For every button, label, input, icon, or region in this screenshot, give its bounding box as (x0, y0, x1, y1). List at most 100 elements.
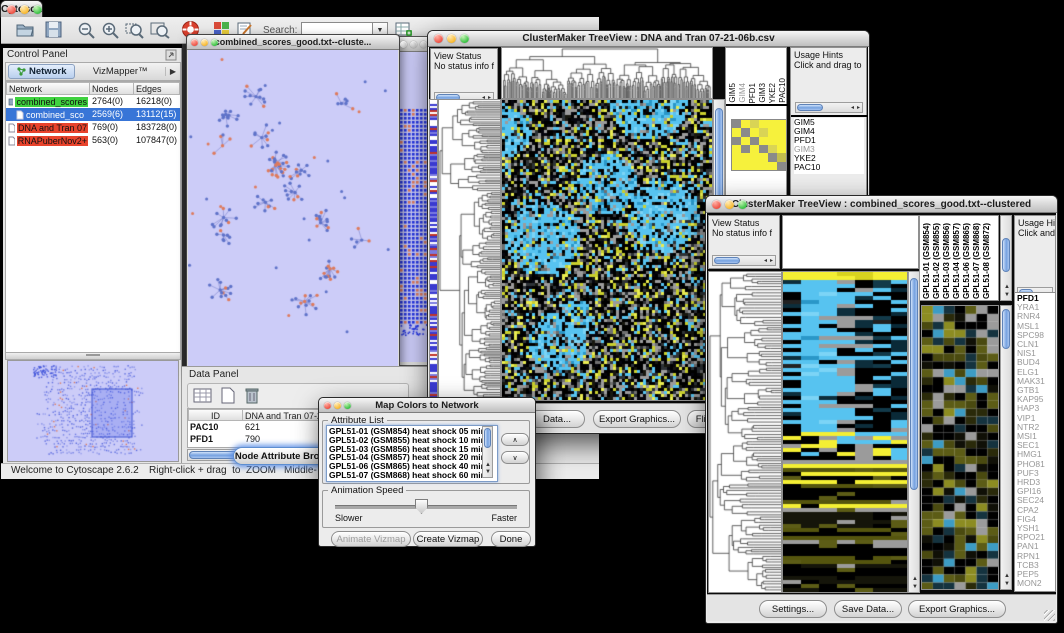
gene-label[interactable]: TCB3 (1017, 561, 1055, 570)
gene-label[interactable]: CLN1 (1017, 340, 1055, 349)
zoom-window-icon[interactable] (211, 39, 218, 46)
tv2-column-dendrogram[interactable] (782, 215, 919, 269)
column-label[interactable]: GPL51-08 (GSM872) (982, 223, 992, 299)
gene-label[interactable]: RPN1 (1017, 552, 1055, 561)
minimize-icon[interactable] (334, 402, 341, 409)
float-panel-icon[interactable] (165, 49, 177, 61)
zoom-window-icon[interactable] (738, 200, 747, 209)
save-data-button[interactable]: Save Data... (834, 600, 902, 618)
col-header-id[interactable]: ID (188, 409, 243, 421)
move-up-button[interactable]: ∧ (501, 433, 529, 446)
attribute-item[interactable]: GPL51-07 (GSM868) heat shock 60 min (329, 471, 497, 480)
col-header-nodes[interactable]: Nodes (90, 82, 134, 95)
save-data-button[interactable]: Data... (529, 410, 585, 428)
save-icon[interactable] (45, 21, 63, 38)
network-canvas-wrap[interactable] (188, 50, 398, 370)
delete-attribute-icon[interactable] (244, 386, 260, 405)
column-label[interactable]: YKE2 (768, 83, 778, 103)
create-vizmap-button[interactable]: Create Vizmap (413, 531, 483, 547)
animate-vizmap-button[interactable]: Animate Vizmap (331, 531, 411, 547)
close-icon[interactable] (191, 39, 198, 46)
settings-button[interactable]: Settings... (759, 600, 827, 618)
zoom-window-icon[interactable] (33, 5, 42, 14)
tv1-heatmap[interactable] (501, 99, 713, 401)
gene-label[interactable]: SEC24 (1017, 496, 1055, 505)
col-header-network[interactable]: Network (6, 82, 90, 95)
gene-label[interactable]: RNR4 (1017, 312, 1055, 321)
resize-grip[interactable] (1044, 610, 1055, 621)
gene-label[interactable]: HRD3 (1017, 478, 1055, 487)
gene-label[interactable]: NIS1 (1017, 349, 1055, 358)
attribute-item[interactable]: GPL51-01 (GSM854) heat shock 05 min (329, 427, 497, 436)
gene-label[interactable]: GIM5 (794, 118, 864, 127)
col-header-edges[interactable]: Edges (134, 82, 180, 95)
column-label[interactable]: PAC10 (778, 78, 786, 103)
column-label[interactable]: GPL51-06 (GSM865) (962, 223, 972, 299)
column-label[interactable]: GIM4 (738, 83, 748, 103)
gene-label[interactable]: HAP3 (1017, 404, 1055, 413)
gene-label[interactable]: NTR2 (1017, 423, 1055, 432)
gene-label[interactable]: GIM4 (794, 127, 864, 136)
gene-label[interactable]: PHO81 (1017, 460, 1055, 469)
close-icon[interactable] (400, 41, 407, 48)
network-overview[interactable] (7, 360, 179, 462)
attribute-listbox[interactable]: GPL51-01 (GSM854) heat shock 05 minGPL51… (326, 425, 498, 482)
close-icon[interactable] (324, 402, 331, 409)
column-label[interactable]: GPL51-03 (GSM856) (942, 223, 952, 299)
tab-network[interactable]: Network (8, 64, 75, 79)
zoom-in-icon[interactable] (101, 21, 120, 39)
gene-label[interactable]: PFD1 (794, 136, 864, 145)
tv1-row-dendrogram[interactable] (438, 99, 501, 401)
tv1-summary-heatmap[interactable] (731, 119, 787, 171)
gene-label[interactable]: PEP5 (1017, 570, 1055, 579)
attribute-item[interactable]: GPL51-02 (GSM855) heat shock 10 min (329, 436, 497, 445)
gene-label[interactable]: MAK31 (1017, 377, 1055, 386)
gene-label[interactable]: MSL1 (1017, 322, 1055, 331)
new-attribute-icon[interactable] (220, 387, 236, 404)
gene-label[interactable]: ELG1 (1017, 368, 1055, 377)
zoom-window-icon[interactable] (344, 402, 351, 409)
attribute-item[interactable]: GPL51-04 (GSM857) heat shock 20 min (329, 453, 497, 462)
network-canvas[interactable] (188, 50, 398, 370)
minimize-icon[interactable] (447, 34, 456, 43)
export-graphics-button[interactable]: Export Graphics... (593, 410, 681, 428)
zoom-out-icon[interactable] (77, 21, 96, 39)
main-titlebar[interactable]: Cytoscape Desktop (Session Name: collins… (1, 1, 42, 18)
gene-label[interactable]: VIP1 (1017, 414, 1055, 423)
network-overview-canvas[interactable] (8, 361, 176, 459)
minimize-icon[interactable] (20, 5, 29, 14)
tv2-collabel-vscrollbar[interactable]: ▲▼ (1000, 215, 1012, 301)
zoom-fit-icon[interactable] (150, 21, 170, 39)
network-row-combined-sco-selected[interactable]: combined_sco 2569(6) 13112(15) (6, 108, 180, 121)
speed-slider-thumb[interactable] (415, 499, 428, 514)
gene-label[interactable]: PAN1 (1017, 542, 1055, 551)
tv1-usage-hscrollbar[interactable]: ◂▸ (795, 102, 863, 113)
gene-label[interactable]: PFD1 (1017, 294, 1055, 303)
gene-label[interactable]: BUD4 (1017, 358, 1055, 367)
done-button[interactable]: Done (491, 531, 531, 547)
attribute-table-icon[interactable] (193, 387, 213, 404)
tv1-column-dendrogram[interactable] (501, 47, 713, 99)
panel-splitter[interactable] (5, 352, 181, 360)
gene-label[interactable]: YKE2 (794, 154, 864, 163)
tv2-detail-vscrollbar[interactable]: ▲▼ (1000, 305, 1012, 590)
tv2-vscrollbar[interactable]: ▲▼ (908, 271, 920, 593)
treeview2-window[interactable]: ClusterMaker TreeView : combined_scores_… (705, 195, 1058, 624)
gene-label[interactable]: KAP95 (1017, 395, 1055, 404)
gene-label[interactable]: CPA2 (1017, 506, 1055, 515)
column-label[interactable]: GIM3 (758, 83, 768, 103)
gene-label[interactable]: MON2 (1017, 579, 1055, 588)
tv2-status-hscrollbar[interactable]: ◂▸ (712, 255, 776, 266)
tv2-heatmap[interactable] (782, 271, 908, 593)
gene-label[interactable]: YRA1 (1017, 303, 1055, 312)
gene-label[interactable]: GIM3 (794, 145, 864, 154)
network-row-dna-tran[interactable]: DNA and Tran 07 769(0) 183728(0) (6, 121, 180, 134)
cytoscape-main-window[interactable]: Cytoscape Desktop (Session Name: collins… (0, 0, 43, 19)
gene-label[interactable]: YSH1 (1017, 524, 1055, 533)
zoom-window-icon[interactable] (420, 41, 427, 48)
tv1-selection-strip[interactable] (429, 99, 438, 401)
attribute-item[interactable]: GPL51-06 (GSM865) heat shock 40 min (329, 462, 497, 471)
column-label[interactable]: GIM5 (728, 83, 738, 103)
column-label[interactable]: PFD1 (748, 83, 758, 103)
gene-label[interactable]: SEC1 (1017, 441, 1055, 450)
